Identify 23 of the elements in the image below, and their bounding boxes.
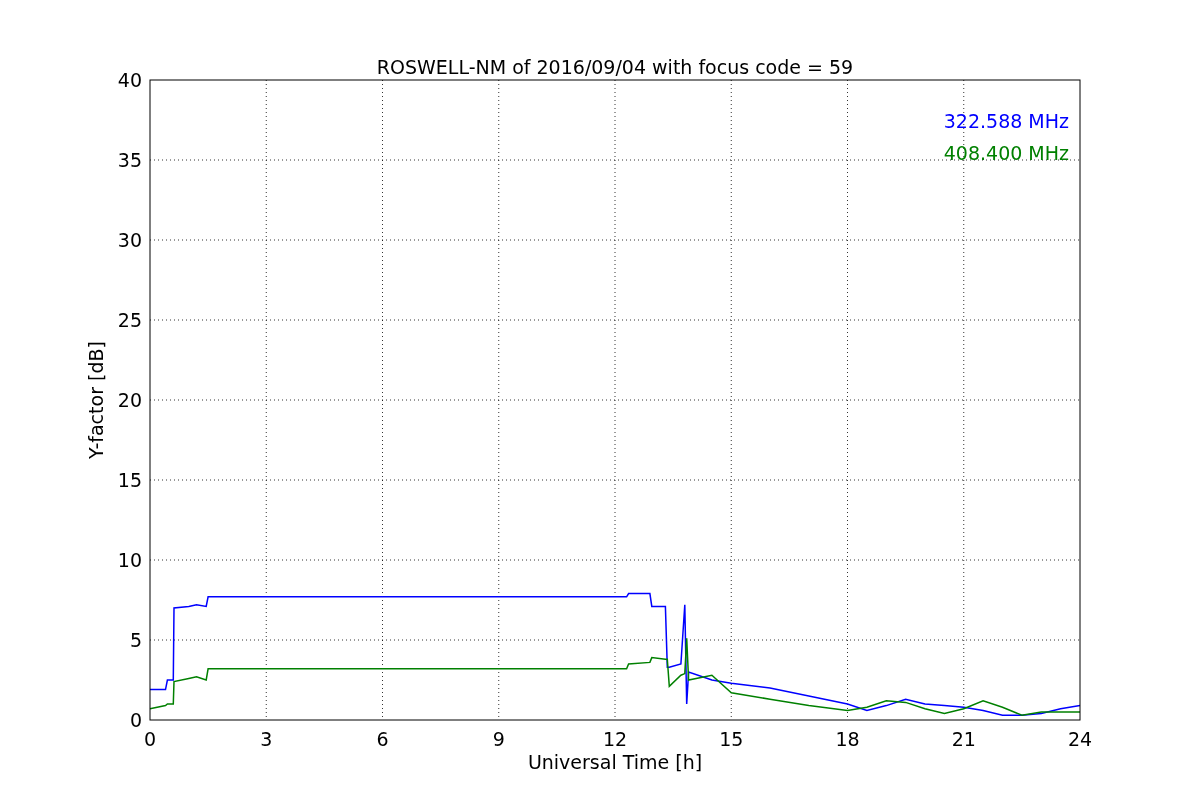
y-tick-label: 30	[117, 229, 142, 251]
y-tick-label: 5	[129, 629, 142, 651]
y-tick-label: 35	[117, 149, 142, 171]
y-tick-label: 0	[129, 709, 142, 731]
x-tick-label: 3	[260, 728, 273, 750]
x-tick-label: 6	[376, 728, 389, 750]
x-tick-label: 18	[835, 728, 860, 750]
x-tick-label: 12	[602, 728, 628, 750]
y-tick-label: 20	[117, 389, 142, 411]
x-tick-label: 24	[1067, 728, 1093, 750]
y-tick-label: 10	[117, 549, 142, 571]
y-axis-label: Y-factor [dB]	[85, 341, 107, 459]
y-tick-label: 40	[117, 69, 142, 91]
x-axis-label: Universal Time [h]	[527, 751, 703, 773]
legend-label: 408.400 MHz	[943, 142, 1069, 164]
y-tick-label: 15	[117, 469, 142, 491]
x-tick-label: 15	[719, 728, 744, 750]
x-tick-label: 9	[492, 728, 505, 750]
y-tick-label: 25	[117, 309, 142, 331]
chart-title: ROSWELL-NM of 2016/09/04 with focus code = 59	[376, 56, 854, 78]
x-tick-label: 0	[143, 728, 157, 750]
legend-label: 322.588 MHz	[943, 110, 1069, 132]
x-tick-label: 21	[951, 728, 976, 750]
